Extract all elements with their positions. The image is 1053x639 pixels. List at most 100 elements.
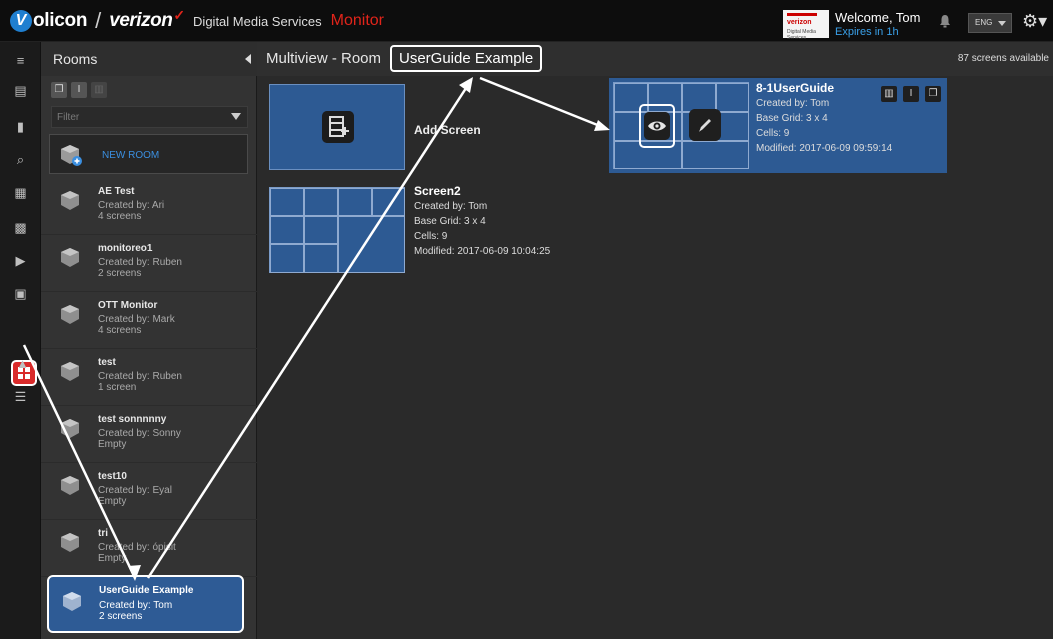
rename-room-button[interactable]: I [71,82,87,98]
welcome-text: Welcome, Tom [835,10,921,25]
room-screen-count: 4 screens [98,325,142,336]
room-name: tri [98,528,108,539]
chevron-down-icon [998,21,1006,26]
gradient-icon[interactable]: ▩ [12,219,29,236]
room-item[interactable]: test sonnnnny Created by: Sonny Empty [41,406,257,463]
room-screen-count: 2 screens [99,611,143,622]
room-name: test [98,357,116,368]
screen-creator: Created by: Tom [414,201,488,212]
screen-base-grid: Base Grid: 3 x 4 [756,113,828,124]
copy-screen-button[interactable]: ❐ [925,86,941,102]
room-item[interactable]: test Created by: Ruben 1 screen [41,349,257,406]
new-room-button[interactable]: NEW ROOM [49,134,248,174]
language-select[interactable]: ENG [968,13,1012,33]
room-item[interactable]: test10 Created by: Eyal Empty [41,463,257,520]
room-name: test sonnnnny [98,414,167,425]
rename-screen-button[interactable]: I [903,86,919,102]
screen-cells: Cells: 9 [414,231,448,242]
search-icon[interactable]: ⌕ [12,151,29,168]
room-name: UserGuide Example [99,585,194,596]
rooms-title: Rooms [53,51,98,67]
room-creator: Created by: Ruben [98,257,182,268]
room-item[interactable]: tri Created by: ópisit Empty [41,520,257,577]
room-title-highlight: UserGuide Example [390,45,543,72]
screen-thumbnail[interactable] [269,187,405,273]
room-screen-count: Empty [98,553,127,564]
screen-title[interactable]: Screen2 [414,183,550,199]
room-cube-icon [61,362,79,381]
screen-base-grid: Base Grid: 3 x 4 [414,216,486,227]
session-expiry: Expires in 1h [835,26,899,38]
rooms-toolbar: ❐ I ▥ [51,82,107,98]
logo: V olicon / verizon ✓ Digital Media Servi… [10,6,385,34]
room-creator: Created by: Mark [98,314,175,325]
logo-divider: / [95,8,102,33]
app-name: Monitor [330,12,385,29]
page-title: Multiview - Room [266,50,382,67]
alerts-bell-icon[interactable]: ▲ [14,355,31,372]
division-name: Digital Media Services [193,13,322,29]
volicon-logo-icon: V [10,10,32,32]
room-screen-count: 4 screens [98,211,142,222]
delete-screen-button[interactable]: ▥ [881,86,897,102]
rooms-panel: Rooms ❐ I ▥ NEW ROOM AE Test [41,42,257,639]
room-cube-icon [61,476,79,495]
menu-icon[interactable]: ≡ [12,52,29,69]
screen-modified: Modified: 2017-06-09 09:59:14 [756,143,893,154]
add-screen-icon [322,111,354,143]
add-screen-label[interactable]: Add Screen [414,123,481,137]
room-item[interactable]: monitoreo1 Created by: Ruben 2 screens [41,235,257,292]
rooms-header: Rooms [41,42,257,76]
logo-text: olicon [33,10,88,31]
room-screen-count: Empty [98,496,127,507]
filter-input[interactable] [52,107,222,128]
user-welcome[interactable]: Welcome, Tom Expires in 1h [835,11,935,39]
room-cube-icon [61,305,79,324]
room-cube-icon [61,248,79,267]
room-creator: Created by: Eyal [98,485,172,496]
room-cube-icon [61,533,79,552]
screen-title[interactable]: 8-1UserGuide [756,80,892,96]
filter-icon[interactable] [231,113,241,120]
room-filter [51,106,248,128]
export-icon[interactable]: ▶ [12,252,29,269]
room-creator: Created by: Ruben [98,371,182,382]
pencil-icon[interactable] [689,109,721,141]
view-screen-button[interactable] [639,104,675,148]
room-screen-count: 1 screen [98,382,137,393]
room-cube-icon [61,191,79,210]
screen-thumbnail[interactable] [613,82,749,169]
room-item-selected[interactable]: UserGuide Example Created by: Tom 2 scre… [47,575,244,633]
gear-icon[interactable]: ⚙▾ [1022,11,1048,31]
room-cube-icon [61,419,79,438]
room-list: AE Test Created by: Ari 4 screens monito… [41,178,257,577]
eye-icon [644,112,670,140]
top-bar: V olicon / verizon ✓ Digital Media Servi… [0,0,1053,42]
room-item[interactable]: OTT Monitor Created by: Mark 4 screens [41,292,257,349]
main-header: Multiview - Room UserGuide Example 87 sc… [257,42,1053,76]
bookmark-icon[interactable]: ▮ [12,118,29,135]
room-item[interactable]: AE Test Created by: Ari 4 screens [41,178,257,235]
copy-room-button[interactable]: ❐ [51,82,67,98]
screens-available-count: 87 screens available [957,53,1049,64]
new-room-label: NEW ROOM [102,150,160,161]
bell-icon[interactable] [939,14,951,28]
monitor-grid-icon[interactable]: ▣ [12,285,29,302]
film-icon[interactable]: ▤ [12,82,29,99]
app-window: V olicon / verizon ✓ Digital Media Servi… [0,0,1053,639]
room-creator: Created by: Ari [98,200,165,211]
room-name: OTT Monitor [98,300,158,311]
partner-check-icon: ✓ [173,6,186,23]
room-creator: Created by: Sonny [98,428,181,439]
collapse-panel-icon[interactable] [245,54,251,64]
list-icon[interactable]: ☰ [12,388,29,405]
language-value: ENG [975,18,993,27]
screen-cells: Cells: 9 [756,128,790,139]
table-icon[interactable]: ▦ [12,184,29,201]
screen-details: 8-1UserGuide Created by: Tom Base Grid: … [756,80,892,156]
room-name: AE Test [98,186,135,197]
delete-room-button[interactable]: ▥ [91,82,107,98]
screen-card-selected[interactable]: 8-1UserGuide Created by: Tom Base Grid: … [609,78,947,173]
add-screen-button[interactable] [269,84,405,170]
new-room-icon [61,145,82,166]
